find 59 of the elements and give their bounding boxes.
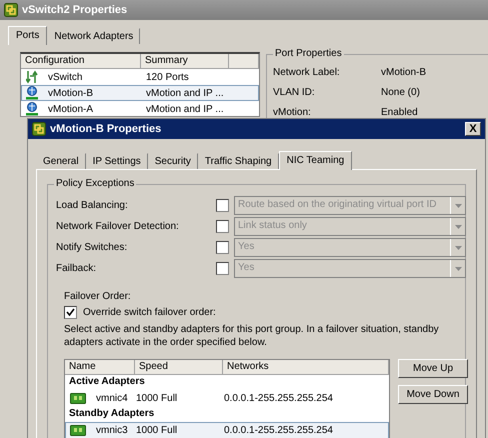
switch-icon — [26, 70, 38, 84]
field-label: VLAN ID: — [273, 87, 316, 100]
column-header[interactable]: Name — [65, 360, 135, 375]
port-row[interactable]: vMotion-A vMotion and IP ... — [21, 101, 259, 117]
policy-label: Notify Switches: — [56, 242, 128, 253]
group-heading: Standby Adapters — [68, 407, 156, 421]
adapter-row[interactable]: vmnic3 1000 Full 0.0.0.1-255.255.255.254 — [65, 422, 389, 438]
column-header[interactable]: Speed — [135, 360, 223, 375]
checkbox-label: Override switch failover order: — [83, 307, 216, 318]
policy-label: Failback: — [56, 263, 98, 274]
group-title: Policy Exceptions — [54, 178, 136, 189]
column-header[interactable]: Configuration — [21, 54, 141, 69]
group-title: Port Properties — [273, 48, 344, 59]
field-value: vMotion-B — [381, 67, 428, 80]
port-row[interactable]: vSwitch 120 Ports — [21, 69, 259, 85]
adapter-networks: 0.0.0.1-255.255.255.254 — [224, 425, 334, 436]
app-icon — [4, 3, 18, 17]
port-name: vMotion-B — [48, 88, 94, 98]
adapter-name: vmnic3 — [96, 425, 128, 436]
port-name: vMotion-A — [48, 104, 94, 114]
adapter-name: vmnic4 — [96, 393, 128, 404]
port-summary: vMotion and IP ... — [145, 104, 225, 114]
network-card-icon — [70, 393, 86, 404]
dialog-title: vMotion-B Properties — [50, 123, 162, 135]
app-icon — [32, 122, 46, 136]
field-value: Enabled — [381, 107, 419, 120]
move-button[interactable]: Move Up — [398, 359, 468, 378]
adapter-row[interactable]: vmnic4 1000 Full 0.0.0.1-255.255.255.254 — [65, 390, 389, 407]
tab[interactable]: NIC Teaming — [278, 151, 352, 170]
port-row[interactable]: vMotion-B vMotion and IP ... — [21, 85, 259, 101]
window-title: vSwitch2 Properties — [22, 4, 128, 16]
policy-label: Load Balancing: — [56, 200, 129, 211]
column-header[interactable]: Networks — [223, 360, 389, 375]
caret-icon — [454, 246, 462, 250]
port-name: vSwitch — [48, 72, 82, 82]
port-summary: vMotion and IP ... — [145, 88, 225, 98]
column-header[interactable]: Summary — [141, 54, 229, 69]
check-mark-icon — [66, 308, 75, 317]
close-button[interactable]: X — [465, 122, 481, 136]
adapter-speed: 1000 Full — [136, 393, 178, 404]
field-value: None (0) — [381, 87, 421, 100]
checkbox[interactable] — [64, 306, 77, 319]
policy-label: Network Failover Detection: — [56, 221, 180, 232]
section-label: Failover Order: — [64, 291, 132, 302]
tab[interactable]: IP Settings — [86, 153, 148, 169]
caret-icon — [454, 204, 462, 208]
field-label: vMotion: — [273, 107, 312, 120]
caret-icon — [454, 266, 462, 270]
network-card-icon — [70, 425, 86, 436]
move-button[interactable]: Move Down — [398, 385, 468, 404]
adapter-networks: 0.0.0.1-255.255.255.254 — [224, 393, 334, 404]
field-label: Network Label: — [273, 67, 341, 80]
globe-icon — [26, 86, 38, 100]
group-heading: Active Adapters — [68, 375, 146, 389]
port-summary: 120 Ports — [145, 72, 190, 82]
adapter-speed: 1000 Full — [136, 425, 178, 436]
caret-icon — [454, 224, 462, 228]
description-text: Select active and standby adapters for this port group. In a failover situation, standby adapters activate in the order specified below. — [64, 323, 439, 349]
tab[interactable]: Ports — [8, 26, 48, 45]
